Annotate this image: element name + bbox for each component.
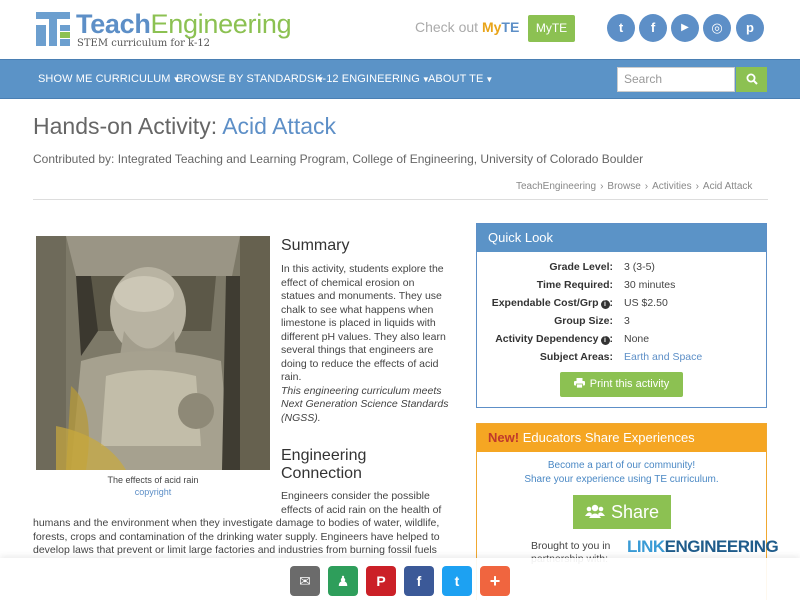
copyright-link[interactable]: copyright [36, 487, 270, 497]
nav-about-te[interactable]: ABOUT TE ▼ [428, 73, 493, 85]
search-button[interactable] [736, 67, 767, 92]
quick-look-panel: Quick Look Grade Level: 3 (3-5) Time Requ… [476, 223, 767, 408]
community-text: Become a part of our community! [547, 460, 696, 471]
quick-look-row: Group Size: 3 [554, 315, 630, 327]
checkout-myte-text: Check out MyTE [415, 19, 520, 35]
quick-look-row: Time Required: 30 minutes [536, 279, 676, 291]
nav-browse-by-standards[interactable]: BROWSE BY STANDARDS ▼ [176, 73, 324, 85]
youtube-icon[interactable]: ▶ [671, 14, 699, 42]
logo-tagline: STEM curriculum for k-12 [77, 38, 211, 49]
summary-heading: Summary [281, 237, 350, 254]
plus-icon[interactable]: + [480, 566, 510, 596]
search-icon [746, 73, 758, 85]
engineering-connection-text-wide: humans and the environment when they inv… [33, 517, 440, 556]
share-button[interactable]: Share [573, 495, 671, 529]
breadcrumb-browse[interactable]: Browse [607, 181, 640, 192]
printer-icon [573, 378, 585, 389]
engineering-connection-text: Engineers consider the possible effects … [281, 490, 442, 516]
info-icon[interactable]: i [600, 300, 610, 309]
breadcrumb: TeachEngineering › Browse › Activities › Acid … [516, 181, 753, 192]
te-logo-icon [36, 12, 70, 46]
instagram-icon[interactable]: ◎ [703, 14, 731, 42]
teachengineering-logo[interactable]: TeachEngineering STEM curriculum for k-1… [36, 9, 296, 50]
google-classroom-icon[interactable]: ♟ [328, 566, 358, 596]
subject-area-link[interactable]: Earth and Space [624, 351, 702, 363]
twitter-icon[interactable]: t [442, 566, 472, 596]
print-activity-button[interactable]: Print this activity [560, 372, 683, 397]
ngss-note: This engineering curriculum meets [281, 384, 442, 397]
nav-k12-engineering[interactable]: K-12 ENGINEERING ▼ [315, 73, 430, 85]
email-icon[interactable]: ✉ [290, 566, 320, 596]
page-title: Hands-on Activity: Acid Attack [33, 113, 336, 139]
summary-text: In this activity, students explore the e… [281, 263, 449, 424]
site-header: TeachEngineering STEM curriculum for k-1… [0, 0, 800, 58]
twitter-icon[interactable]: t [607, 14, 635, 42]
linkengineering-logo[interactable]: LINKENGINEERING [627, 537, 779, 557]
divider [33, 199, 768, 200]
breadcrumb-current: Acid Attack [702, 181, 753, 192]
users-icon [584, 504, 605, 518]
statue-photo[interactable] [36, 236, 270, 470]
breadcrumb-teachengineering[interactable]: TeachEngineering [516, 181, 596, 192]
nav-show-me-curriculum[interactable]: SHOW ME CURRICULUM ▼ [38, 73, 181, 85]
myte-button[interactable]: MyTE [528, 15, 575, 42]
search-input[interactable]: Search [617, 67, 735, 92]
info-icon[interactable]: i [600, 336, 610, 345]
facebook-icon[interactable]: f [404, 566, 434, 596]
chevron-down-icon: ▼ [485, 75, 494, 84]
image-caption: The effects of acid rain [107, 475, 199, 485]
share-experience-text: Share your experience using TE curriculu… [524, 474, 719, 485]
quick-look-row: Activity Dependency i: None [495, 333, 650, 345]
share-bar: ✉ ♟ P f t + [0, 558, 800, 600]
quick-look-row: Grade Level: 3 (3-5) [549, 261, 655, 273]
engineering-connection-heading: Engineering Connection [281, 447, 367, 482]
educators-share-heading: New! Educators Share Experiences [477, 424, 766, 452]
breadcrumb-activities[interactable]: Activities [652, 181, 691, 192]
facebook-icon[interactable]: f [639, 14, 667, 42]
main-navbar: SHOW ME CURRICULUM ▼ BROWSE BY STANDARDS ▼… [0, 59, 800, 99]
quick-look-row: Subject Areas: Earth and Space [539, 351, 703, 363]
quick-look-row: Expendable Cost/Grp i: US $2.50 [491, 297, 668, 309]
logo-wordmark: TeachEngineering [76, 9, 292, 39]
pinterest-icon[interactable]: p [736, 14, 764, 42]
contributor-text: Contributed by: Integrated Teaching and … [33, 152, 644, 166]
pinterest-icon[interactable]: P [366, 566, 396, 596]
quick-look-heading: Quick Look [477, 224, 766, 252]
